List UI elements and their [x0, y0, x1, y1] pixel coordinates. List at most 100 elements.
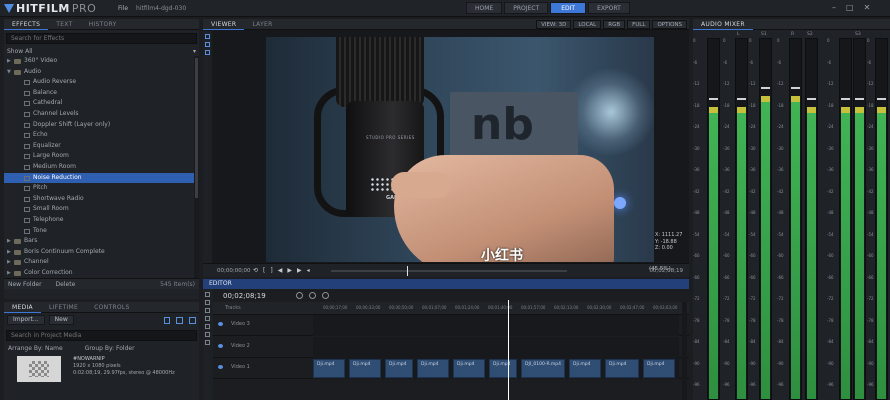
zoom-tool-icon[interactable] — [205, 50, 210, 55]
expand-right-icon[interactable]: ▶ — [7, 56, 11, 67]
grid-view-icon[interactable] — [176, 316, 184, 324]
timeline-clip[interactable]: Dji.mp4 — [417, 359, 449, 378]
effects-tab-effects[interactable]: EFFECTS — [4, 19, 49, 30]
track-lane[interactable]: Dji.mp4 Dji.mp4 Dji.mp4 Dji.mp4 Dji.mp4 Dji.m… — [313, 358, 679, 379]
timeline-clip[interactable]: DJI_0100-R.mp4 — [521, 359, 565, 378]
timeline-clip[interactable]: Dji.mp4 — [643, 359, 675, 378]
effect-item[interactable]: Large Room — [4, 151, 199, 162]
expand-down-icon[interactable]: ▼ — [7, 67, 11, 78]
minimize-icon[interactable]: – — [832, 3, 836, 12]
folder-icon[interactable] — [163, 316, 171, 324]
visibility-eye-icon[interactable] — [218, 322, 223, 326]
delete-button[interactable]: Delete — [56, 281, 76, 288]
viewer-option-options[interactable]: OPTIONS — [652, 20, 687, 29]
effects-folder[interactable]: ▶ 360° Video — [4, 56, 199, 67]
nav-edit[interactable]: EDIT — [550, 2, 587, 14]
slice-tool-icon[interactable] — [205, 300, 210, 305]
effect-item[interactable]: Noise Reduction — [4, 172, 199, 184]
expand-right-icon[interactable]: ▶ — [7, 257, 11, 268]
viewer-scrubber[interactable] — [331, 270, 567, 272]
new-button[interactable]: New — [48, 315, 74, 325]
effects-folder[interactable]: ▶ Color Correction — [4, 268, 199, 278]
timeline-clip[interactable]: Dji.mp4 — [569, 359, 601, 378]
timeline-clip[interactable]: Dji.mp4 — [489, 359, 517, 378]
rate-tool-icon[interactable] — [205, 340, 210, 345]
new-folder-button[interactable]: New Folder — [8, 281, 42, 288]
viewer-playhead[interactable] — [407, 266, 408, 276]
zoom-out-icon[interactable] — [295, 292, 303, 299]
play-icon[interactable]: ▶ — [287, 267, 292, 274]
video-frame[interactable]: nb STUDIO PRO SERIES GAIN 小红书 — [266, 37, 654, 262]
media-item[interactable]: #NOWARNIP 1920 x 1080 pixels 0:02:08;19,… — [7, 355, 196, 385]
media-tab-lifetime[interactable]: LIFETIME — [41, 302, 86, 313]
timeline-clip[interactable]: Dji.mp4 — [453, 359, 485, 378]
show-filter[interactable]: Show All ▾ — [4, 46, 199, 56]
viewer-option-full[interactable]: FULL — [627, 20, 651, 29]
timeline-ruler[interactable]: Tracks 00;00;17;00 00;00;33;00 00;00;50;00… — [213, 302, 689, 315]
expand-right-icon[interactable]: ▶ — [7, 268, 11, 278]
slip-tool-icon[interactable] — [205, 308, 210, 313]
effect-item[interactable]: Balance — [4, 88, 199, 99]
snap-icon[interactable] — [321, 292, 329, 299]
select-tool-icon[interactable] — [205, 34, 210, 39]
effect-item[interactable]: Echo — [4, 130, 199, 141]
mark-in-icon[interactable]: [ — [263, 267, 265, 274]
track-lane[interactable] — [313, 315, 679, 336]
effects-folder[interactable]: ▶ Boris Continuum Complete — [4, 247, 199, 258]
effects-scrollbar[interactable] — [194, 56, 199, 278]
effects-search-input[interactable] — [6, 33, 197, 44]
effects-folder[interactable]: ▶ Bars — [4, 236, 199, 247]
step-back-icon[interactable]: ◀ — [278, 267, 283, 274]
effect-item[interactable]: Pitch — [4, 183, 199, 194]
effects-folder[interactable]: ▶ Channel — [4, 257, 199, 268]
effect-item[interactable]: Cathedral — [4, 98, 199, 109]
mark-out-icon[interactable]: ] — [270, 267, 272, 274]
effect-item[interactable]: Shortwave Radio — [4, 194, 199, 205]
effect-item[interactable]: Audio Reverse — [4, 77, 199, 88]
timeline-clip[interactable]: Dji.mp4 — [349, 359, 381, 378]
editor-scrollbar[interactable] — [682, 302, 687, 400]
roll-tool-icon[interactable] — [205, 332, 210, 337]
viewer-option-local[interactable]: LOCAL — [573, 20, 602, 29]
effects-tab-history[interactable]: HISTORY — [81, 19, 125, 30]
editor-timecode[interactable]: 00;02;08;19 — [223, 292, 266, 300]
nav-home[interactable]: HOME — [466, 2, 503, 14]
list-view-icon[interactable] — [189, 316, 196, 324]
media-tab-media[interactable]: MEDIA — [4, 302, 41, 313]
media-search-input[interactable] — [6, 330, 197, 341]
file-menu[interactable]: File — [118, 5, 128, 12]
timeline-clip[interactable]: Dji.mp4 — [313, 359, 345, 378]
nav-project[interactable]: PROJECT — [504, 2, 549, 14]
viewer-tab-layer[interactable]: LAYER — [244, 19, 280, 30]
visibility-eye-icon[interactable] — [218, 365, 223, 369]
import-button[interactable]: Import... — [7, 315, 45, 325]
timeline-clip[interactable]: Dji.mp4 — [385, 359, 413, 378]
ripple-tool-icon[interactable] — [205, 324, 210, 329]
expand-right-icon[interactable]: ▶ — [7, 247, 11, 258]
step-forward-icon[interactable]: ▶ — [297, 267, 302, 274]
timeline-clip[interactable]: Dji.mp4 — [605, 359, 639, 378]
slide-tool-icon[interactable] — [205, 316, 210, 321]
track-lane[interactable] — [313, 336, 679, 358]
timeline-playhead[interactable] — [508, 300, 509, 400]
zoom-in-icon[interactable] — [308, 292, 316, 299]
media-tab-controls[interactable]: CONTROLS — [86, 302, 138, 313]
scrollbar-thumb[interactable] — [195, 58, 198, 198]
effects-tab-text[interactable]: TEXT — [48, 19, 80, 30]
effect-item[interactable]: Doppler Shift (Layer only) — [4, 120, 199, 131]
effect-item[interactable]: Tone — [4, 226, 199, 237]
selection-tool-icon[interactable] — [205, 292, 210, 297]
visibility-eye-icon[interactable] — [218, 343, 223, 348]
effect-item[interactable]: Equalizer — [4, 141, 199, 152]
maximize-icon[interactable]: □ — [846, 3, 854, 12]
pan-tool-icon[interactable] — [205, 42, 210, 47]
nav-export[interactable]: EXPORT — [588, 2, 630, 14]
effect-item[interactable]: Small Room — [4, 204, 199, 215]
effect-item[interactable]: Channel Levels — [4, 109, 199, 120]
arrange-by-select[interactable]: Arrange By: Name — [8, 345, 63, 352]
viewer-option-view-3d[interactable]: VIEW: 3D — [536, 20, 572, 29]
effect-item[interactable]: Telephone — [4, 215, 199, 226]
expand-right-icon[interactable]: ▶ — [7, 236, 11, 247]
close-icon[interactable]: ✕ — [864, 3, 871, 12]
viewer-tab-viewer[interactable]: VIEWER — [203, 19, 245, 30]
